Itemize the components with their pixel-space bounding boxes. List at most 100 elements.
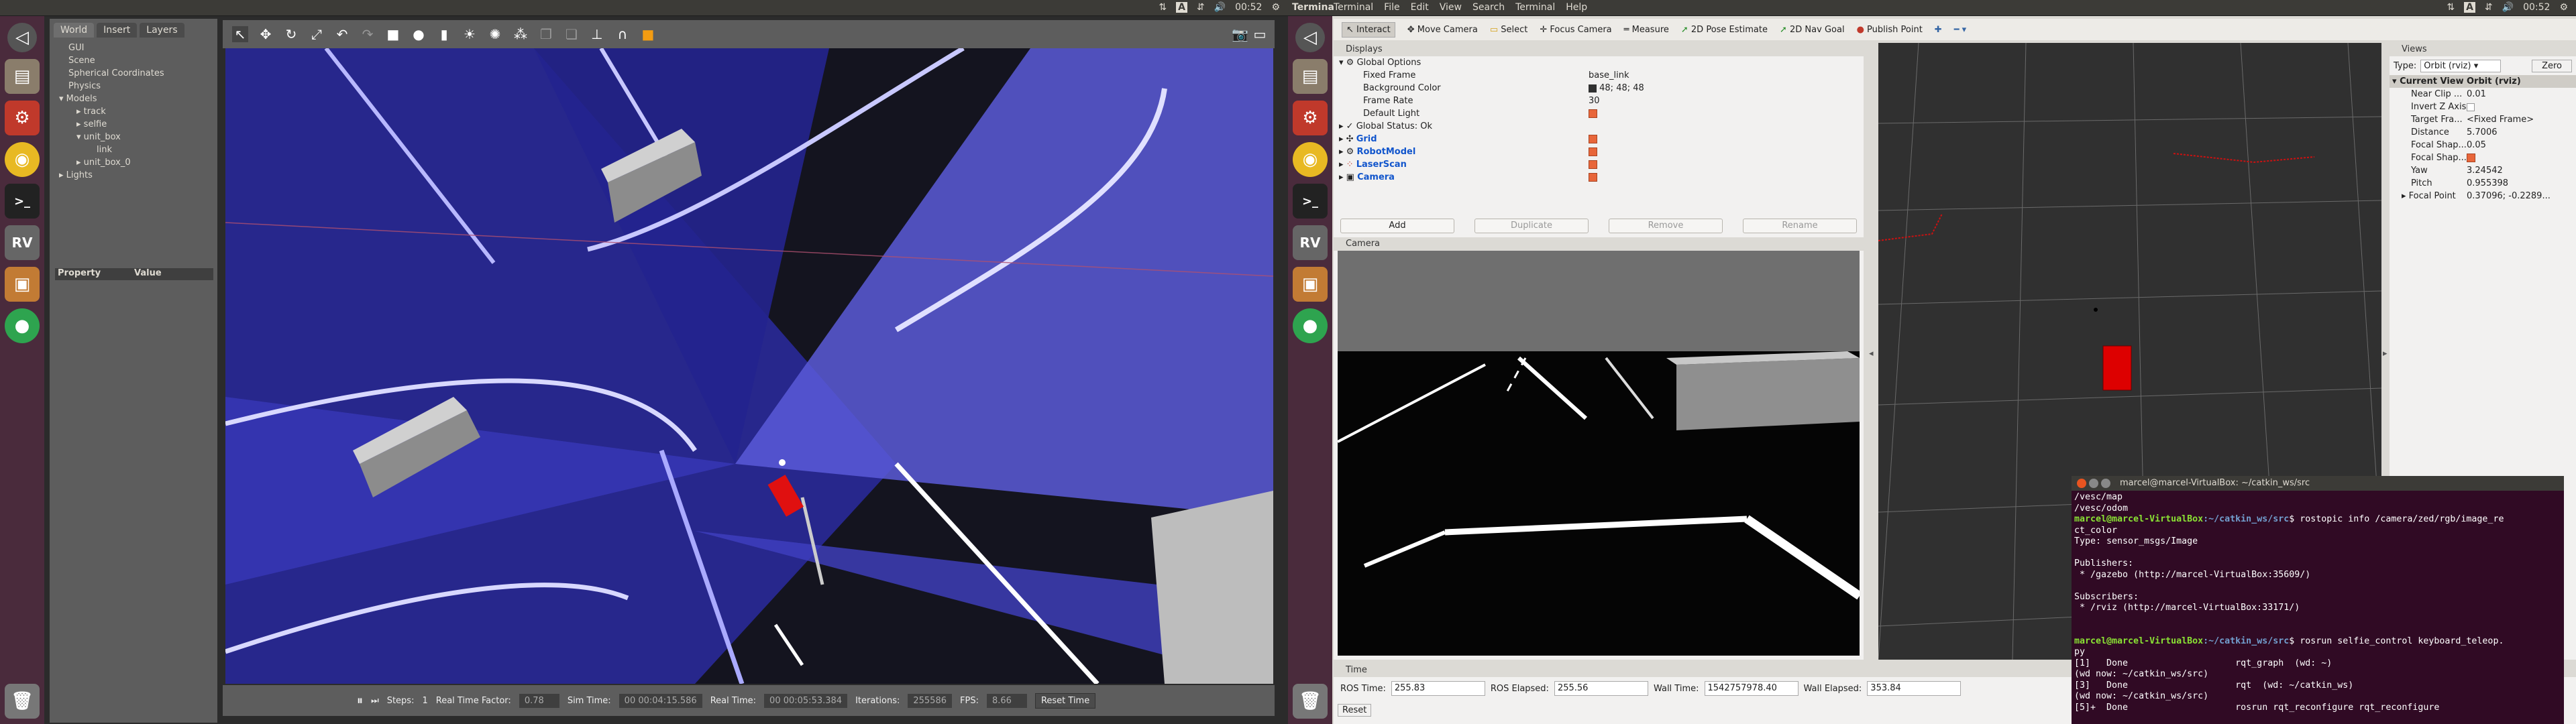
point-light-icon[interactable]: ☀	[462, 26, 478, 42]
ros-elapsed-field[interactable]: 255.56	[1554, 681, 1648, 696]
display-row[interactable]: ▸ ✓ Global Status: Ok	[1334, 120, 1864, 133]
tree-item[interactable]: link	[59, 143, 208, 156]
chrome-icon[interactable]: ◉	[1293, 142, 1328, 177]
package-icon[interactable]: ▣	[1293, 267, 1328, 302]
step-icon[interactable]: ⏭	[371, 696, 379, 706]
display-row[interactable]: Default Light	[1334, 107, 1864, 120]
volume-icon[interactable]: 🔊	[1214, 2, 1226, 13]
files-icon[interactable]: ▤	[1293, 59, 1328, 94]
view-prop-row[interactable]: Distance 5.7006	[2390, 126, 2576, 139]
collapse-icon[interactable]: ▸	[1339, 147, 1346, 157]
tool-focus-camera[interactable]: ✛ Focus Camera	[1540, 25, 1611, 35]
checkbox-empty[interactable]	[2467, 103, 2475, 111]
checkbox[interactable]	[1589, 160, 1597, 169]
menu-item[interactable]: Terminal	[1334, 2, 1373, 13]
package-icon[interactable]: ▣	[5, 267, 40, 302]
expand-icon[interactable]: ▾	[1339, 58, 1346, 68]
spot-light-icon[interactable]: ✺	[487, 26, 503, 42]
display-row[interactable]: Background Color 48; 48; 48	[1334, 82, 1864, 95]
menu-item[interactable]: Terminal	[1515, 2, 1555, 13]
splitter-handle[interactable]: ◂	[1869, 349, 1874, 359]
cylinder-shape-icon[interactable]: ▮	[436, 26, 452, 42]
expand-icon[interactable]: ▾	[2392, 76, 2400, 86]
collapse-icon[interactable]: ▸	[76, 107, 84, 117]
tree-item[interactable]: ▸ selfie	[59, 118, 208, 131]
splitter-handle[interactable]: ▸	[2383, 349, 2387, 359]
tree-item[interactable]: ▸ track	[59, 105, 208, 118]
terminal-icon[interactable]: >_	[1293, 184, 1328, 219]
minimize-icon[interactable]	[2089, 479, 2098, 488]
tree-item[interactable]: ▸ unit_box_0	[59, 156, 208, 169]
trash-icon[interactable]: 🗑	[5, 684, 40, 719]
dash-home-icon[interactable]: ◁	[7, 23, 37, 52]
view-prop-row[interactable]: Invert Z Axis	[2390, 101, 2576, 113]
expand-icon[interactable]: ▾	[76, 132, 84, 142]
paste-icon[interactable]: ❏	[564, 26, 580, 42]
steps-value[interactable]: 1	[422, 696, 427, 706]
display-row[interactable]: ▸ ⚙ RobotModel	[1334, 145, 1864, 158]
files-icon[interactable]: ▤	[5, 59, 40, 94]
settings-icon[interactable]: ⚙	[5, 101, 40, 135]
directional-light-icon[interactable]: ⁂	[513, 26, 529, 42]
maximize-icon[interactable]	[2101, 479, 2110, 488]
current-view-row[interactable]: ▾ Current View Orbit (rviz)	[2390, 75, 2576, 88]
checkbox[interactable]	[1589, 173, 1597, 182]
chrome-icon[interactable]: ◉	[5, 142, 40, 177]
settings-icon[interactable]: ⚙	[1293, 101, 1328, 135]
sphere-shape-icon[interactable]: ●	[411, 26, 427, 42]
expand-icon[interactable]: ▾	[59, 94, 66, 104]
dropbox-icon[interactable]: ⇅	[1159, 2, 1167, 13]
copy-icon[interactable]: ❐	[538, 26, 554, 42]
remove-button[interactable]: Remove	[1609, 219, 1723, 233]
keyboard-lang-indicator[interactable]: A	[1176, 2, 1187, 13]
collapse-icon[interactable]: ▸	[2402, 191, 2409, 201]
collapse-icon[interactable]: ▸	[1339, 134, 1346, 144]
add-button[interactable]: Add	[1340, 219, 1454, 233]
screenshot-icon[interactable]: 📷	[1232, 26, 1248, 42]
menu-item[interactable]: View	[1440, 2, 1462, 13]
display-row[interactable]: Frame Rate 30	[1334, 95, 1864, 107]
display-row[interactable]: Fixed Frame base_link	[1334, 69, 1864, 82]
tool-move-camera[interactable]: ✥ Move Camera	[1407, 25, 1478, 35]
translate-icon[interactable]: ✥	[258, 26, 274, 42]
collapse-icon[interactable]: ▸	[1339, 121, 1346, 131]
wall-time-field[interactable]: 1542757978.40	[1704, 681, 1799, 696]
dropbox-icon[interactable]: ⇅	[2447, 2, 2455, 13]
tree-item[interactable]: ▾ unit_box	[59, 131, 208, 143]
zero-button[interactable]: Zero	[2532, 59, 2572, 72]
scale-icon[interactable]: ⤢	[309, 26, 325, 42]
align-icon[interactable]: ⊥	[589, 26, 605, 42]
view-prop-row[interactable]: Near Clip ... 0.01	[2390, 88, 2576, 101]
settings-gear-icon[interactable]: ⚙	[2559, 2, 2568, 13]
view-prop-row[interactable]: Pitch 0.955398	[2390, 177, 2576, 190]
checkbox[interactable]	[2467, 154, 2475, 162]
gazebo-icon[interactable]: ●	[5, 308, 40, 343]
tool-publish-point[interactable]: ● Publish Point	[1857, 25, 1923, 35]
tool-select[interactable]: ▭ Select	[1490, 25, 1528, 35]
tool-2d-pose-estimate[interactable]: ➚ 2D Pose Estimate	[1681, 25, 1768, 35]
close-icon[interactable]	[2077, 479, 2086, 488]
collapse-icon[interactable]: ▸	[76, 119, 84, 129]
menu-item[interactable]: Edit	[1411, 2, 1429, 13]
rotate-icon[interactable]: ↻	[283, 26, 299, 42]
clock[interactable]: 00:52	[1235, 2, 1262, 13]
keyboard-lang-indicator[interactable]: A	[2464, 2, 2475, 13]
select-arrow-icon[interactable]: ↖	[232, 26, 248, 42]
reset-time-button[interactable]: Reset Time	[1034, 692, 1096, 709]
redo-icon[interactable]: ↷	[360, 26, 376, 42]
volume-icon[interactable]: 🔊	[2502, 2, 2514, 13]
display-row[interactable]: ▸ ✣ Grid	[1334, 133, 1864, 145]
view-prop-row[interactable]: Focal Shap...	[2390, 152, 2576, 164]
box-shape-icon[interactable]: ■	[385, 26, 401, 42]
tree-item[interactable]: ▸ Lights	[59, 169, 208, 182]
reset-button[interactable]: Reset	[1338, 704, 1372, 717]
view-prop-row[interactable]: Focal Shap... 0.05	[2390, 139, 2576, 152]
pause-icon[interactable]: ⏸	[357, 694, 363, 708]
network-icon[interactable]: ⇵	[1197, 2, 1205, 13]
rename-button[interactable]: Rename	[1743, 219, 1857, 233]
tree-item[interactable]: Physics	[59, 80, 208, 93]
duplicate-button[interactable]: Duplicate	[1474, 219, 1589, 233]
gazebo-3d-view[interactable]	[225, 48, 1273, 684]
menu-item[interactable]: Help	[1566, 2, 1587, 13]
undo-icon[interactable]: ↶	[334, 26, 350, 42]
